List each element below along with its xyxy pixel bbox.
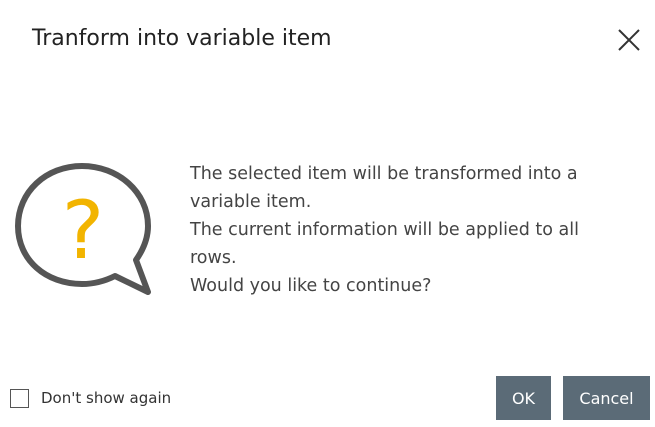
transform-variable-dialog: Tranform into variable item ? The select… bbox=[0, 0, 655, 427]
dialog-title: Tranform into variable item bbox=[32, 26, 332, 51]
message-line: rows. bbox=[190, 248, 237, 268]
dont-show-again-option[interactable]: Don't show again bbox=[10, 387, 171, 409]
question-bubble-icon: ? bbox=[12, 160, 154, 300]
message-line: The current information will be applied … bbox=[190, 220, 579, 240]
dialog-message: The selected item will be transformed in… bbox=[190, 160, 645, 300]
ok-button[interactable]: OK bbox=[496, 376, 551, 420]
close-icon[interactable] bbox=[615, 26, 645, 56]
message-line: variable item. bbox=[190, 192, 312, 212]
question-mark: ? bbox=[62, 184, 104, 277]
cancel-button[interactable]: Cancel bbox=[563, 376, 650, 420]
dont-show-again-label: Don't show again bbox=[41, 389, 172, 407]
close-button[interactable] bbox=[615, 26, 645, 56]
message-line: Would you like to continue? bbox=[190, 276, 432, 296]
message-line: The selected item will be transformed in… bbox=[190, 164, 578, 184]
dont-show-again-checkbox[interactable] bbox=[10, 388, 29, 408]
